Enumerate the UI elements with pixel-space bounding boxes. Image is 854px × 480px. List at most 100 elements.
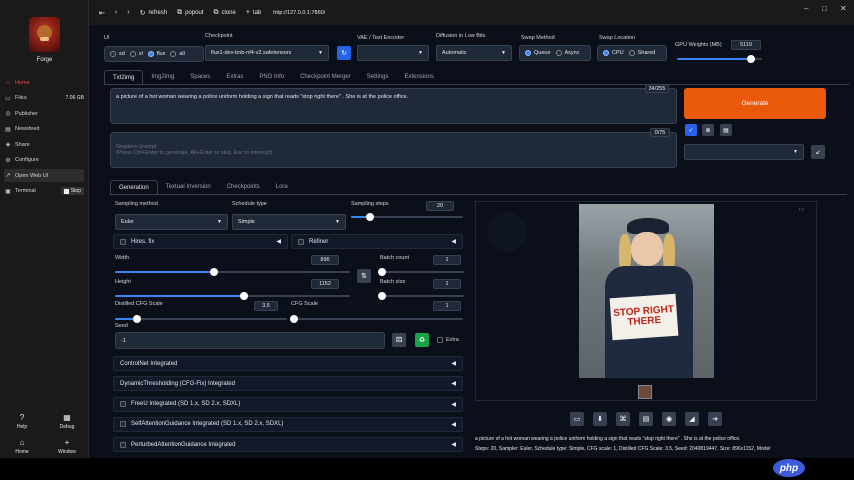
bottom-button-window[interactable]: + Window: [52, 438, 82, 455]
gpu-weights-slider[interactable]: [677, 55, 762, 63]
ui-option-flux[interactable]: flux: [147, 51, 165, 57]
swap-location-option-cpu[interactable]: CPU: [603, 50, 624, 56]
subtab-lora[interactable]: Lora: [268, 180, 296, 195]
ui-option-sd[interactable]: sd: [110, 51, 125, 57]
apply-style-icon[interactable]: ↙: [811, 145, 825, 159]
zip-icon[interactable]: ⌘: [616, 412, 630, 426]
sidebar-item-files[interactable]: ▭ Files 7.06 GB: [4, 92, 84, 105]
height-value[interactable]: 1152: [311, 279, 339, 289]
popout-button[interactable]: ⧉ popout: [177, 9, 203, 17]
ui-option-all[interactable]: all: [170, 51, 185, 57]
slider-knob[interactable]: [746, 55, 755, 63]
diffusion-select[interactable]: Automatic ▼: [436, 45, 512, 61]
sidebar-item-share[interactable]: ◈ Share: [4, 138, 84, 151]
hires-fix-accordion[interactable]: Hires. fix ◀: [113, 234, 288, 249]
extra-checkbox-group[interactable]: Extra: [437, 337, 459, 343]
accordion-freeu-integrated-sd-1-x-sd-2-x-sdxl[interactable]: FreeU Integrated (SD 1.x, SD 2.x, SDXL) ◀: [113, 396, 463, 412]
send-to-extras-icon[interactable]: ◢: [685, 412, 699, 426]
forward-icon[interactable]: ›: [127, 9, 129, 16]
refiner-checkbox[interactable]: [298, 238, 304, 245]
sidebar-item-home[interactable]: ⌂ Home: [4, 76, 84, 89]
bottom-button-help[interactable]: ? Help: [7, 413, 37, 430]
sidebar-item-open-web-ui[interactable]: ↗ Open Web UI: [4, 169, 84, 182]
enable-checkbox[interactable]: [120, 441, 126, 448]
swap-method-option-queue[interactable]: Queue: [525, 50, 551, 56]
url-bar[interactable]: http://127.0.0.1:7860/: [273, 10, 503, 16]
clone-button[interactable]: ⧉ clone: [213, 9, 235, 17]
tab-txt2img[interactable]: Txt2img: [104, 70, 144, 85]
slider-knob[interactable]: [377, 268, 386, 276]
sampling-method-select[interactable]: Euler ▼: [115, 214, 228, 230]
folder-icon[interactable]: ▭: [570, 412, 584, 426]
back-to-start-icon[interactable]: ⇤: [99, 9, 105, 17]
slider-knob[interactable]: [133, 315, 142, 323]
sidebar-item-terminal[interactable]: ▣ Terminal Stop: [4, 185, 84, 198]
accordion-controlnet-integrated[interactable]: ControlNet Integrated ◀: [113, 356, 463, 371]
sidebar-item-newsfeed[interactable]: ▤ Newsfeed: [4, 123, 84, 136]
sampling-steps-slider[interactable]: [351, 213, 463, 221]
enable-checkbox[interactable]: [120, 421, 126, 428]
slider-knob[interactable]: [366, 213, 375, 221]
vae-select[interactable]: ▼: [357, 45, 429, 61]
generate-button[interactable]: Generate: [684, 88, 826, 119]
seed-input[interactable]: -1: [115, 332, 385, 349]
hires-fix-checkbox[interactable]: [120, 238, 126, 245]
batch-size-value[interactable]: 1: [433, 279, 461, 289]
batch-count-value[interactable]: 1: [433, 255, 461, 265]
width-slider[interactable]: [115, 268, 350, 276]
extra-checkbox[interactable]: [437, 337, 443, 343]
tab-spaces[interactable]: Spaces: [182, 70, 218, 85]
sidebar-item-configure[interactable]: ⚙ Configure: [4, 154, 84, 167]
tab-checkpoint-merger[interactable]: Checkpoint Merger: [292, 70, 359, 85]
send-to-spaces-icon[interactable]: ➔: [708, 412, 722, 426]
slider-knob[interactable]: [240, 292, 249, 300]
checkpoint-select[interactable]: flux1-dev-bnb-nf4-v2.safetensors ▼: [205, 45, 329, 61]
negative-prompt-textarea[interactable]: Negative prompt (Press Ctrl+Enter to gen…: [110, 132, 677, 168]
refresh-checkpoint-button[interactable]: ↻: [337, 46, 351, 60]
accordion-selfattentionguidance-integrated-sd-1-x-sd-2-x-sdxl[interactable]: SelfAttentionGuidance Integrated (SD 1.x…: [113, 416, 463, 432]
distilled-cfg-slider[interactable]: [115, 315, 287, 323]
batch-size-slider[interactable]: [377, 292, 464, 300]
bottom-button-debug[interactable]: ▦ Debug: [52, 413, 82, 430]
cfg-scale-value[interactable]: 1: [433, 301, 461, 311]
save-icon[interactable]: ⬇: [593, 412, 607, 426]
slider-knob[interactable]: [290, 315, 299, 323]
styles-select[interactable]: ▼: [684, 144, 804, 160]
trash-icon[interactable]: ⊗: [702, 124, 714, 136]
schedule-type-select[interactable]: Simple ▼: [232, 214, 346, 230]
tab-extras[interactable]: Extras: [218, 70, 251, 85]
minimize-icon[interactable]: –: [804, 4, 808, 13]
gallery-thumbnail[interactable]: [638, 385, 652, 399]
subtab-checkpoints[interactable]: Checkpoints: [219, 180, 268, 195]
tab-img2img[interactable]: Img2img: [143, 70, 182, 85]
tab-extensions[interactable]: Extensions: [396, 70, 441, 85]
clipboard-icon[interactable]: ▤: [720, 124, 732, 136]
gpu-weights-value[interactable]: 5119: [731, 40, 761, 50]
terminal-stop-toggle[interactable]: Stop: [60, 187, 84, 195]
sampling-steps-value[interactable]: 20: [426, 201, 454, 211]
new-tab-button[interactable]: + tab: [246, 9, 261, 16]
batch-count-slider[interactable]: [377, 268, 464, 276]
accordion-perturbedattentionguidance-integrated[interactable]: PerturbedAttentionGuidance Integrated ◀: [113, 437, 463, 453]
back-icon[interactable]: ‹: [115, 9, 117, 16]
prompt-textarea[interactable]: a picture of a hot woman wearing a polic…: [110, 88, 677, 124]
bottom-button-home[interactable]: ⌂ Home: [7, 438, 37, 455]
enable-checkbox[interactable]: [120, 401, 126, 408]
accordion-dynamicthresholding-cfg-fix-integrated[interactable]: DynamicThresholding (CFG-Fix) Integrated…: [113, 376, 463, 392]
slider-knob[interactable]: [377, 292, 386, 300]
subtab-generation[interactable]: Generation: [110, 180, 158, 195]
send-to-inpaint-icon[interactable]: ◉: [662, 412, 676, 426]
swap-location-option-shared[interactable]: Shared: [628, 50, 655, 56]
subtab-textual-inversion[interactable]: Textual Inversion: [158, 180, 219, 195]
gallery-nav-icons[interactable]: ‹ ›: [799, 207, 804, 213]
width-value[interactable]: 896: [311, 255, 339, 265]
swap-method-option-async[interactable]: Async: [555, 50, 580, 56]
close-icon[interactable]: ✕: [840, 4, 847, 13]
ui-option-xl[interactable]: xl: [129, 51, 143, 57]
dice-icon[interactable]: ⚄: [392, 333, 406, 347]
cfg-scale-slider[interactable]: [290, 315, 463, 323]
checkbox-style-icon[interactable]: ✓: [685, 124, 697, 136]
refiner-accordion[interactable]: Refiner ◀: [291, 234, 463, 249]
refresh-button[interactable]: ↻ refresh: [140, 9, 168, 17]
send-to-img2img-icon[interactable]: ▤: [639, 412, 653, 426]
